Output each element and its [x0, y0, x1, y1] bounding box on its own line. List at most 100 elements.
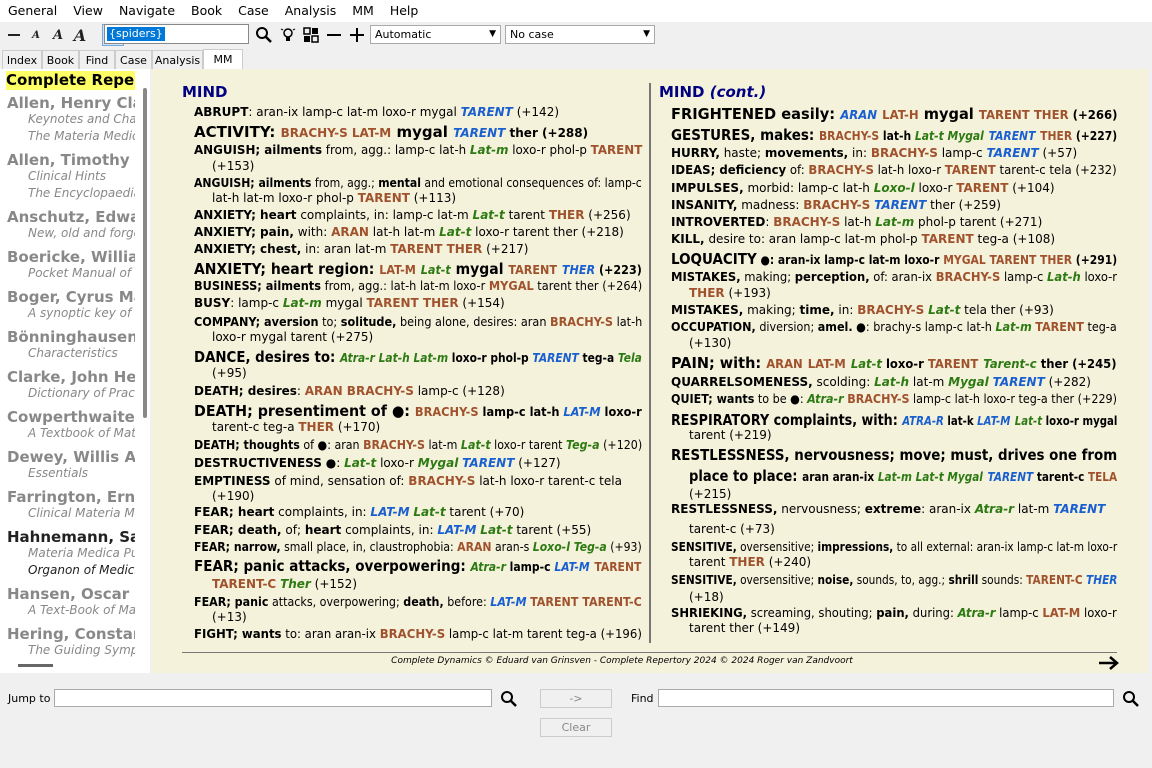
remedy-abbrev[interactable]: TELA: [1088, 470, 1117, 484]
remedy-abbrev[interactable]: Mygal: [948, 375, 989, 389]
menu-general[interactable]: General: [0, 0, 65, 22]
rubric-line[interactable]: QUARRELSOMENESS, scolding: Lat-h lat-m M…: [671, 375, 1091, 389]
go-button[interactable]: ->: [540, 689, 612, 708]
rubric-line[interactable]: RESTLESSNESS, nervousness; extreme: aran…: [671, 502, 1105, 516]
book-title[interactable]: Dictionary of Practical Materia Medica: [28, 386, 135, 400]
rubric-line[interactable]: ACTIVITY: BRACHY-S LAT-M mygal TARENT th…: [194, 123, 588, 141]
rubric-line[interactable]: (+95): [212, 366, 247, 380]
menu-analysis[interactable]: Analysis: [277, 0, 345, 22]
search-icon[interactable]: [253, 24, 275, 46]
remedy-abbrev[interactable]: LAT-M: [490, 595, 526, 609]
rubric-line[interactable]: tarent ther (+149): [689, 621, 800, 635]
book-author[interactable]: Dewey, Willis Alonzo: [7, 448, 135, 466]
book-title[interactable]: A Text-Book of Materia Medica: [28, 603, 135, 617]
menu-mm[interactable]: MM: [344, 0, 382, 22]
rubric-line[interactable]: FEAR; heart complaints, in: LAT-M Lat-t …: [194, 505, 524, 519]
remedy-abbrev[interactable]: TARENT: [921, 232, 973, 246]
rubric-line[interactable]: tarent THER (+240): [689, 555, 811, 569]
menu-case[interactable]: Case: [230, 0, 277, 22]
rubric-line[interactable]: OCCUPATION, diversion; amel. ●: brachy-s…: [671, 320, 1117, 334]
rubric-line[interactable]: RESTLESSNESS, nervousness; move; must, d…: [671, 446, 1117, 464]
book-title[interactable]: The Materia Medica of the Nosodes: [28, 129, 135, 143]
remedy-abbrev[interactable]: Tela: [618, 351, 642, 365]
remedy-abbrev[interactable]: TARENT: [453, 126, 505, 140]
rubric-line[interactable]: ANGUISH; ailments from, agg.: lamp-c lat…: [194, 143, 642, 157]
rubric-line[interactable]: THER (+193): [689, 286, 771, 300]
lightbulb-icon[interactable]: [277, 24, 299, 46]
rubric-line[interactable]: DEATH; desires: ARAN BRACHY-S lamp-c (+1…: [194, 384, 505, 398]
remedy-abbrev[interactable]: Atra-r: [975, 502, 1014, 516]
rubric-line[interactable]: EMPTINESS of mind, sensation of: BRACHY-…: [194, 474, 622, 488]
remedy-abbrev[interactable]: MYGAL TARENT THER: [943, 253, 1072, 267]
remedy-abbrev[interactable]: TARENT-C: [212, 577, 276, 591]
remedy-abbrev[interactable]: TARENT: [532, 351, 578, 365]
remedy-abbrev[interactable]: Lat-t: [480, 523, 512, 537]
remedy-abbrev[interactable]: Lat-t: [439, 225, 471, 239]
remedy-abbrev[interactable]: TARENT: [461, 105, 513, 119]
remedy-abbrev[interactable]: TARENT: [945, 163, 996, 177]
book-title[interactable]: Clinical Materia Medica: [28, 506, 135, 520]
rubric-line[interactable]: FEAR; death, of; heart complaints, in: L…: [194, 523, 591, 537]
remedy-abbrev[interactable]: Lat-t: [851, 357, 882, 371]
rubric-line[interactable]: FEAR; narrow, small place, in, claustrop…: [194, 540, 642, 554]
remedy-abbrev[interactable]: TARENT THER: [390, 242, 482, 256]
expand-icon[interactable]: [346, 24, 368, 46]
book-title[interactable]: The Guiding Symptoms: [28, 643, 135, 657]
remedy-abbrev[interactable]: Lat-m: [470, 143, 509, 157]
remedy-abbrev[interactable]: ATRA-R: [902, 414, 944, 428]
rubric-line[interactable]: INTROVERTED: BRACHY-S lat-h Lat-m phol-p…: [671, 215, 1042, 229]
book-author[interactable]: Hahnemann, Samuel: [7, 528, 135, 546]
remedy-abbrev[interactable]: MYGAL: [489, 279, 534, 293]
menu-view[interactable]: View: [65, 0, 111, 22]
remedy-abbrev[interactable]: Lat-m: [875, 215, 914, 229]
remedy-abbrev[interactable]: LAT-M: [977, 414, 1010, 428]
rubric-line[interactable]: lat-h lat-m loxo-r phol-p TARENT (+113): [212, 191, 456, 205]
remedy-abbrev[interactable]: Loxo-l: [874, 181, 915, 195]
remedy-abbrev[interactable]: TARENT: [508, 263, 557, 277]
remedy-abbrev[interactable]: LAT-M: [1042, 606, 1080, 620]
remedy-abbrev[interactable]: BRACHY-S: [808, 163, 873, 177]
next-page-arrow-icon[interactable]: [1098, 652, 1120, 676]
remedy-abbrev[interactable]: Lat-t: [421, 263, 451, 277]
book-author[interactable]: Boger, Cyrus Maxwell: [7, 288, 135, 306]
rubric-line[interactable]: ANXIETY; heart region: LAT-M Lat-t mygal…: [194, 260, 642, 278]
rubric-line[interactable]: ANGUISH; ailments from, agg.; mental and…: [194, 176, 642, 190]
rubric-line[interactable]: tarent-c (+73): [689, 522, 775, 536]
remedy-abbrev[interactable]: THER: [1086, 573, 1117, 587]
remedy-abbrev[interactable]: TARENT: [1035, 320, 1084, 334]
book-author[interactable]: Anschutz, Edward Pollock: [7, 208, 135, 226]
rubric-line[interactable]: QUIET; wants to be ●: Atra-r BRACHY-S la…: [671, 392, 1117, 406]
rubric-line[interactable]: KILL, desire to: aran lamp-c lat-m phol-…: [671, 232, 1055, 246]
remedy-abbrev[interactable]: BRACHY-S: [936, 270, 1001, 284]
rubric-line[interactable]: TARENT-C Ther (+152): [212, 577, 357, 591]
remedy-abbrev[interactable]: TARENT TARENT-C: [530, 595, 642, 609]
menu-navigate[interactable]: Navigate: [111, 0, 183, 22]
book-author[interactable]: Allen, Timothy Field: [7, 151, 135, 169]
remedy-abbrev[interactable]: TARENT: [956, 181, 1008, 195]
remedy-abbrev[interactable]: Loxo-l Teg-a: [533, 540, 607, 554]
remedy-abbrev[interactable]: Lat-t: [344, 456, 376, 470]
collapse-icon[interactable]: [323, 24, 345, 46]
tab-mm[interactable]: MM: [203, 49, 243, 69]
remedy-abbrev[interactable]: Lat-t: [1015, 414, 1042, 428]
remedy-abbrev[interactable]: Lat-t: [473, 208, 505, 222]
rubric-line[interactable]: (+130): [689, 336, 731, 350]
remedy-abbrev[interactable]: TARENT THER: [979, 108, 1069, 122]
book-author[interactable]: Hering, Constantine: [7, 625, 135, 643]
rubric-line[interactable]: FEAR; panic attacks, overpowering: Atra-…: [194, 557, 641, 575]
remedy-abbrev[interactable]: ARAN BRACHY-S: [305, 384, 414, 398]
rubric-line[interactable]: FEAR; panic attacks, overpowering; death…: [194, 595, 642, 609]
remedy-abbrev[interactable]: BRACHY-S: [408, 474, 475, 488]
remedy-abbrev[interactable]: Atra-r: [807, 392, 843, 406]
remedy-abbrev[interactable]: LAT-M: [379, 263, 416, 277]
remedy-abbrev[interactable]: TARENT: [874, 198, 926, 212]
remedy-abbrev[interactable]: Tarent-c: [983, 357, 1036, 371]
rubric-line[interactable]: GESTURES, makes: BRACHY-S lat-h Lat-t My…: [671, 126, 1117, 144]
remedy-abbrev[interactable]: Atra-r: [958, 606, 996, 620]
book-title[interactable]: Essentials: [28, 466, 88, 480]
book-author[interactable]: Boericke, William: [7, 248, 135, 266]
rubric-line[interactable]: SHRIEKING, screaming, shouting; pain, du…: [671, 606, 1117, 620]
rubric-line[interactable]: ABRUPT: aran-ix lamp-c lat-m loxo-r myga…: [194, 105, 559, 119]
remedy-abbrev[interactable]: TARENT-C: [1026, 573, 1083, 587]
remedy-abbrev[interactable]: ARAN: [331, 225, 369, 239]
